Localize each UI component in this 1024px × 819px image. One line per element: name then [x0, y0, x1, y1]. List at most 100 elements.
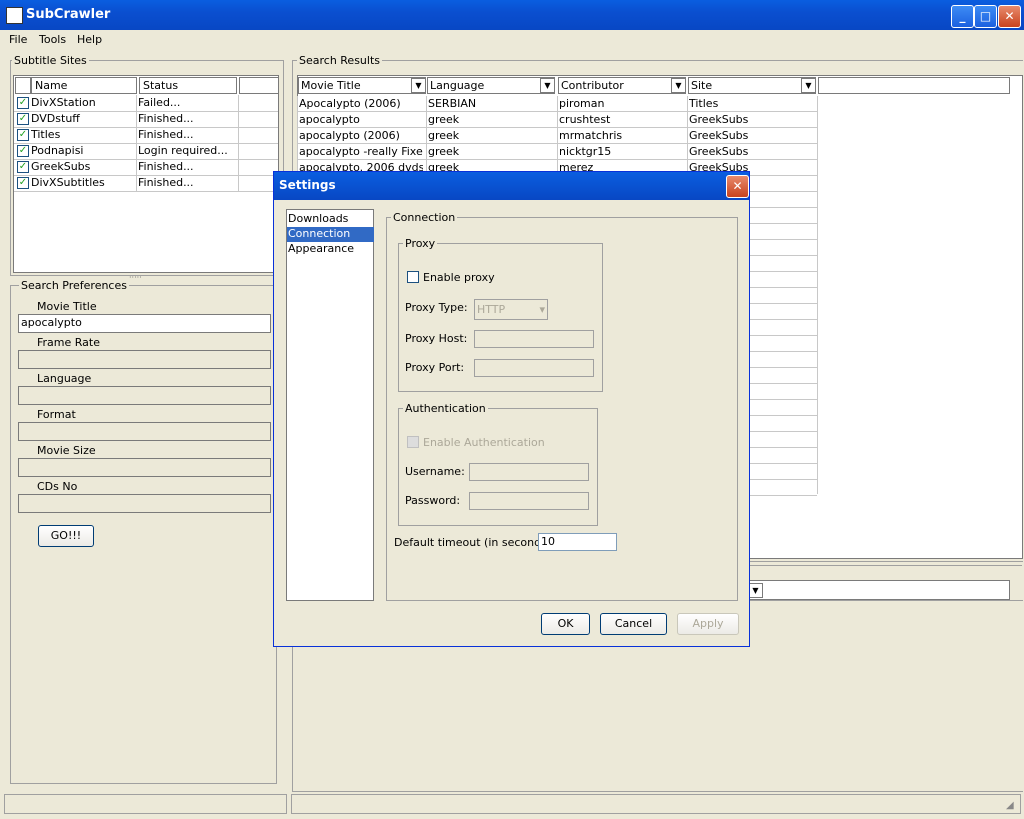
cancel-button[interactable]: Cancel — [600, 613, 667, 635]
col-divider — [136, 95, 137, 191]
site-checkbox[interactable]: ✓ — [17, 97, 29, 109]
column-dropdown-icon[interactable]: ▼ — [671, 78, 686, 93]
result-cell[interactable]: apocalypto — [299, 112, 423, 128]
result-cell[interactable]: greek — [428, 144, 552, 160]
enable-auth-label: Enable Authentication — [423, 436, 545, 449]
column-dropdown-icon[interactable]: ▼ — [540, 78, 555, 93]
proxy-port-input[interactable] — [474, 359, 594, 377]
connection-legend: Connection — [391, 211, 458, 224]
minimize-button[interactable]: _ — [951, 5, 974, 28]
site-checkbox[interactable]: ✓ — [17, 177, 29, 189]
site-status: Login required... — [138, 144, 228, 157]
results-header[interactable]: Movie Title — [298, 77, 426, 94]
proxy-host-label: Proxy Host: — [405, 332, 468, 345]
result-cell[interactable]: apocalypto (2006) — [299, 128, 423, 144]
site-status: Finished... — [138, 160, 194, 173]
result-cell[interactable]: piroman — [559, 96, 683, 112]
pref-input[interactable] — [18, 494, 271, 513]
enable-auth-checkbox[interactable] — [407, 436, 419, 448]
menu-tools[interactable]: Tools — [39, 33, 66, 46]
site-status: Finished... — [138, 176, 194, 189]
enable-proxy-label: Enable proxy — [423, 271, 495, 284]
proxy-type-value: HTTP — [477, 303, 506, 316]
nav-item-connection[interactable]: Connection — [287, 227, 374, 242]
maximize-button[interactable]: □ — [974, 5, 997, 28]
authentication-legend: Authentication — [403, 402, 488, 415]
site-status: Failed... — [138, 96, 181, 109]
result-cell[interactable]: Titles — [689, 96, 813, 112]
proxy-type-select[interactable]: HTTP ▾ — [474, 299, 548, 320]
pref-label: CDs No — [37, 480, 78, 493]
settings-nav-list: Downloads Connection Appearance — [286, 209, 374, 601]
proxy-legend: Proxy — [403, 237, 438, 250]
menu-file[interactable]: File — [9, 33, 27, 46]
go-button[interactable]: GO!!! — [38, 525, 94, 547]
username-input[interactable] — [469, 463, 589, 481]
sites-header-name[interactable]: Name — [31, 77, 137, 94]
result-cell[interactable]: crushtest — [559, 112, 683, 128]
status-bar-left — [4, 794, 287, 814]
pref-input[interactable] — [18, 350, 271, 369]
proxy-port-label: Proxy Port: — [405, 361, 465, 374]
ok-button[interactable]: OK — [541, 613, 590, 635]
chevron-down-icon: ▾ — [539, 303, 545, 316]
nav-item-downloads[interactable]: Downloads — [287, 212, 374, 227]
subtitle-sites-legend: Subtitle Sites — [12, 54, 89, 67]
resize-grip-icon[interactable]: ◢ — [1006, 800, 1014, 811]
enable-proxy-checkbox[interactable] — [407, 271, 419, 283]
result-cell[interactable]: GreekSubs — [689, 144, 813, 160]
result-cell[interactable]: GreekSubs — [689, 112, 813, 128]
password-label: Password: — [405, 494, 461, 507]
settings-dialog: Settings ✕ Downloads Connection Appearan… — [273, 171, 750, 647]
sites-header-extra — [239, 77, 279, 94]
result-cell[interactable]: greek — [428, 128, 552, 144]
pref-input[interactable] — [18, 422, 271, 441]
pref-input[interactable] — [18, 458, 271, 477]
subtitle-sites-panel: Subtitle Sites Name Status ✓ DivXStation… — [10, 54, 284, 282]
sites-header-status[interactable]: Status — [139, 77, 237, 94]
site-name: DivXStation — [31, 96, 96, 109]
site-checkbox[interactable]: ✓ — [17, 145, 29, 157]
proxy-host-input[interactable] — [474, 330, 594, 348]
result-cell[interactable]: apocalypto -really Fixed ... — [299, 144, 423, 160]
sites-check-header[interactable] — [15, 77, 31, 94]
settings-title: Settings — [279, 178, 336, 192]
column-dropdown-icon[interactable]: ▼ — [411, 78, 426, 93]
results-header[interactable]: Contributor — [558, 77, 686, 94]
settings-close-button[interactable]: ✕ — [726, 175, 749, 198]
pref-label: Language — [37, 372, 92, 385]
splitter-handle[interactable]: ····· — [129, 273, 142, 282]
password-input[interactable] — [469, 492, 589, 510]
pref-input[interactable]: apocalypto — [18, 314, 271, 333]
site-checkbox[interactable]: ✓ — [17, 129, 29, 141]
pref-label: Frame Rate — [37, 336, 100, 349]
result-cell[interactable]: greek — [428, 112, 552, 128]
timeout-input[interactable]: 10 — [538, 533, 617, 551]
close-button[interactable]: ✕ — [998, 5, 1021, 28]
column-dropdown-icon[interactable]: ▼ — [801, 78, 816, 93]
site-name: Titles — [31, 128, 61, 141]
site-name: DivXSubtitles — [31, 176, 105, 189]
result-cell[interactable]: GreekSubs — [689, 128, 813, 144]
menu-help[interactable]: Help — [77, 33, 102, 46]
site-checkbox[interactable]: ✓ — [17, 113, 29, 125]
pref-label: Format — [37, 408, 76, 421]
lower-dropdown-icon[interactable]: ▼ — [748, 583, 763, 598]
nav-item-appearance[interactable]: Appearance — [287, 242, 374, 257]
search-preferences-legend: Search Preferences — [19, 279, 129, 292]
apply-button[interactable]: Apply — [677, 613, 739, 635]
result-cell[interactable]: SERBIAN — [428, 96, 552, 112]
results-header[interactable]: Site — [688, 77, 816, 94]
pref-input[interactable] — [18, 386, 271, 405]
result-cell[interactable]: mrmatchris — [559, 128, 683, 144]
result-cell[interactable]: Apocalypto (2006) — [299, 96, 423, 112]
col-divider — [817, 96, 818, 494]
site-status: Finished... — [138, 128, 194, 141]
results-header[interactable]: Language — [427, 77, 555, 94]
site-name: Podnapisi — [31, 144, 84, 157]
proxy-type-label: Proxy Type: — [405, 301, 468, 314]
result-cell[interactable]: nicktgr15 — [559, 144, 683, 160]
username-label: Username: — [405, 465, 465, 478]
site-checkbox[interactable]: ✓ — [17, 161, 29, 173]
status-bar-right — [291, 794, 1021, 814]
